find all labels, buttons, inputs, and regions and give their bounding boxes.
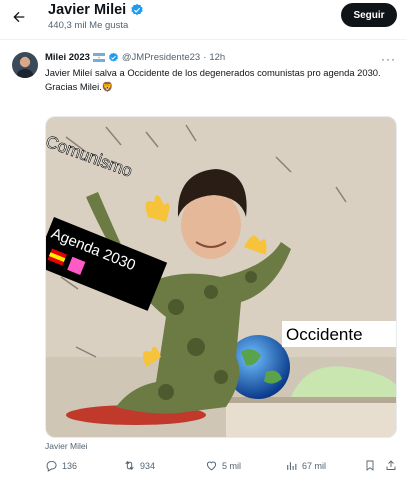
share-icon: [386, 460, 396, 470]
bar-chart-icon: [287, 462, 297, 470]
heart-icon: [206, 461, 217, 471]
tweet-time[interactable]: 12h: [209, 52, 225, 63]
tweet-media-image[interactable]: Comunismo Agenda 2030 Occidente: [45, 116, 397, 438]
tweet-body: Javier Mileí salva a Occidente de los de…: [45, 67, 381, 92]
occidente-text: Occidente: [286, 325, 363, 344]
profile-header: Javier Milei 440,3 mil Me gusta Seguir: [0, 0, 407, 38]
avatar[interactable]: [12, 52, 38, 78]
argentina-flag-icon: [92, 53, 105, 62]
more-options-icon[interactable]: ···: [381, 52, 396, 66]
likes-count: 440,3 mil Me gusta: [48, 20, 129, 31]
tweet-actions: 136 934 5 mil 67 mil: [45, 459, 397, 475]
arrow-left-icon: [13, 11, 25, 23]
like-button[interactable]: 5 mil: [205, 459, 241, 472]
profile-name: Javier Milei: [48, 2, 127, 18]
retweet-icon: [125, 460, 134, 471]
author-handle[interactable]: @JMPresidente23: [122, 52, 200, 63]
verified-badge-icon: [131, 3, 143, 16]
reply-button[interactable]: 136: [45, 459, 77, 472]
views-count: 67 mil: [302, 460, 327, 471]
back-button[interactable]: [8, 6, 30, 28]
verified-badge-icon: [108, 52, 118, 62]
reply-count: 136: [62, 460, 78, 471]
page-title: Javier Milei: [48, 2, 144, 18]
dot-separator: ·: [203, 52, 207, 63]
views-button[interactable]: 67 mil: [285, 459, 326, 472]
author-name[interactable]: Milei 2023: [45, 52, 90, 63]
tweet-text: Javier Mileí salva a Occidente de los de…: [45, 66, 397, 93]
like-count: 5 mil: [222, 460, 242, 471]
media-caption: Javier Milei: [45, 441, 88, 451]
reply-icon: [46, 460, 57, 472]
retweet-button[interactable]: 934: [123, 459, 155, 472]
occidente-label: Occidente: [282, 321, 396, 347]
tweet-header: Milei 2023 @JMPresidente23 · 12h: [45, 52, 225, 63]
header-divider: [0, 39, 407, 40]
bookmark-icon: [366, 460, 374, 471]
bookmark-button[interactable]: [364, 459, 376, 472]
retweet-count: 934: [140, 460, 156, 471]
share-button[interactable]: [385, 459, 397, 472]
follow-button[interactable]: Seguir: [341, 3, 397, 27]
